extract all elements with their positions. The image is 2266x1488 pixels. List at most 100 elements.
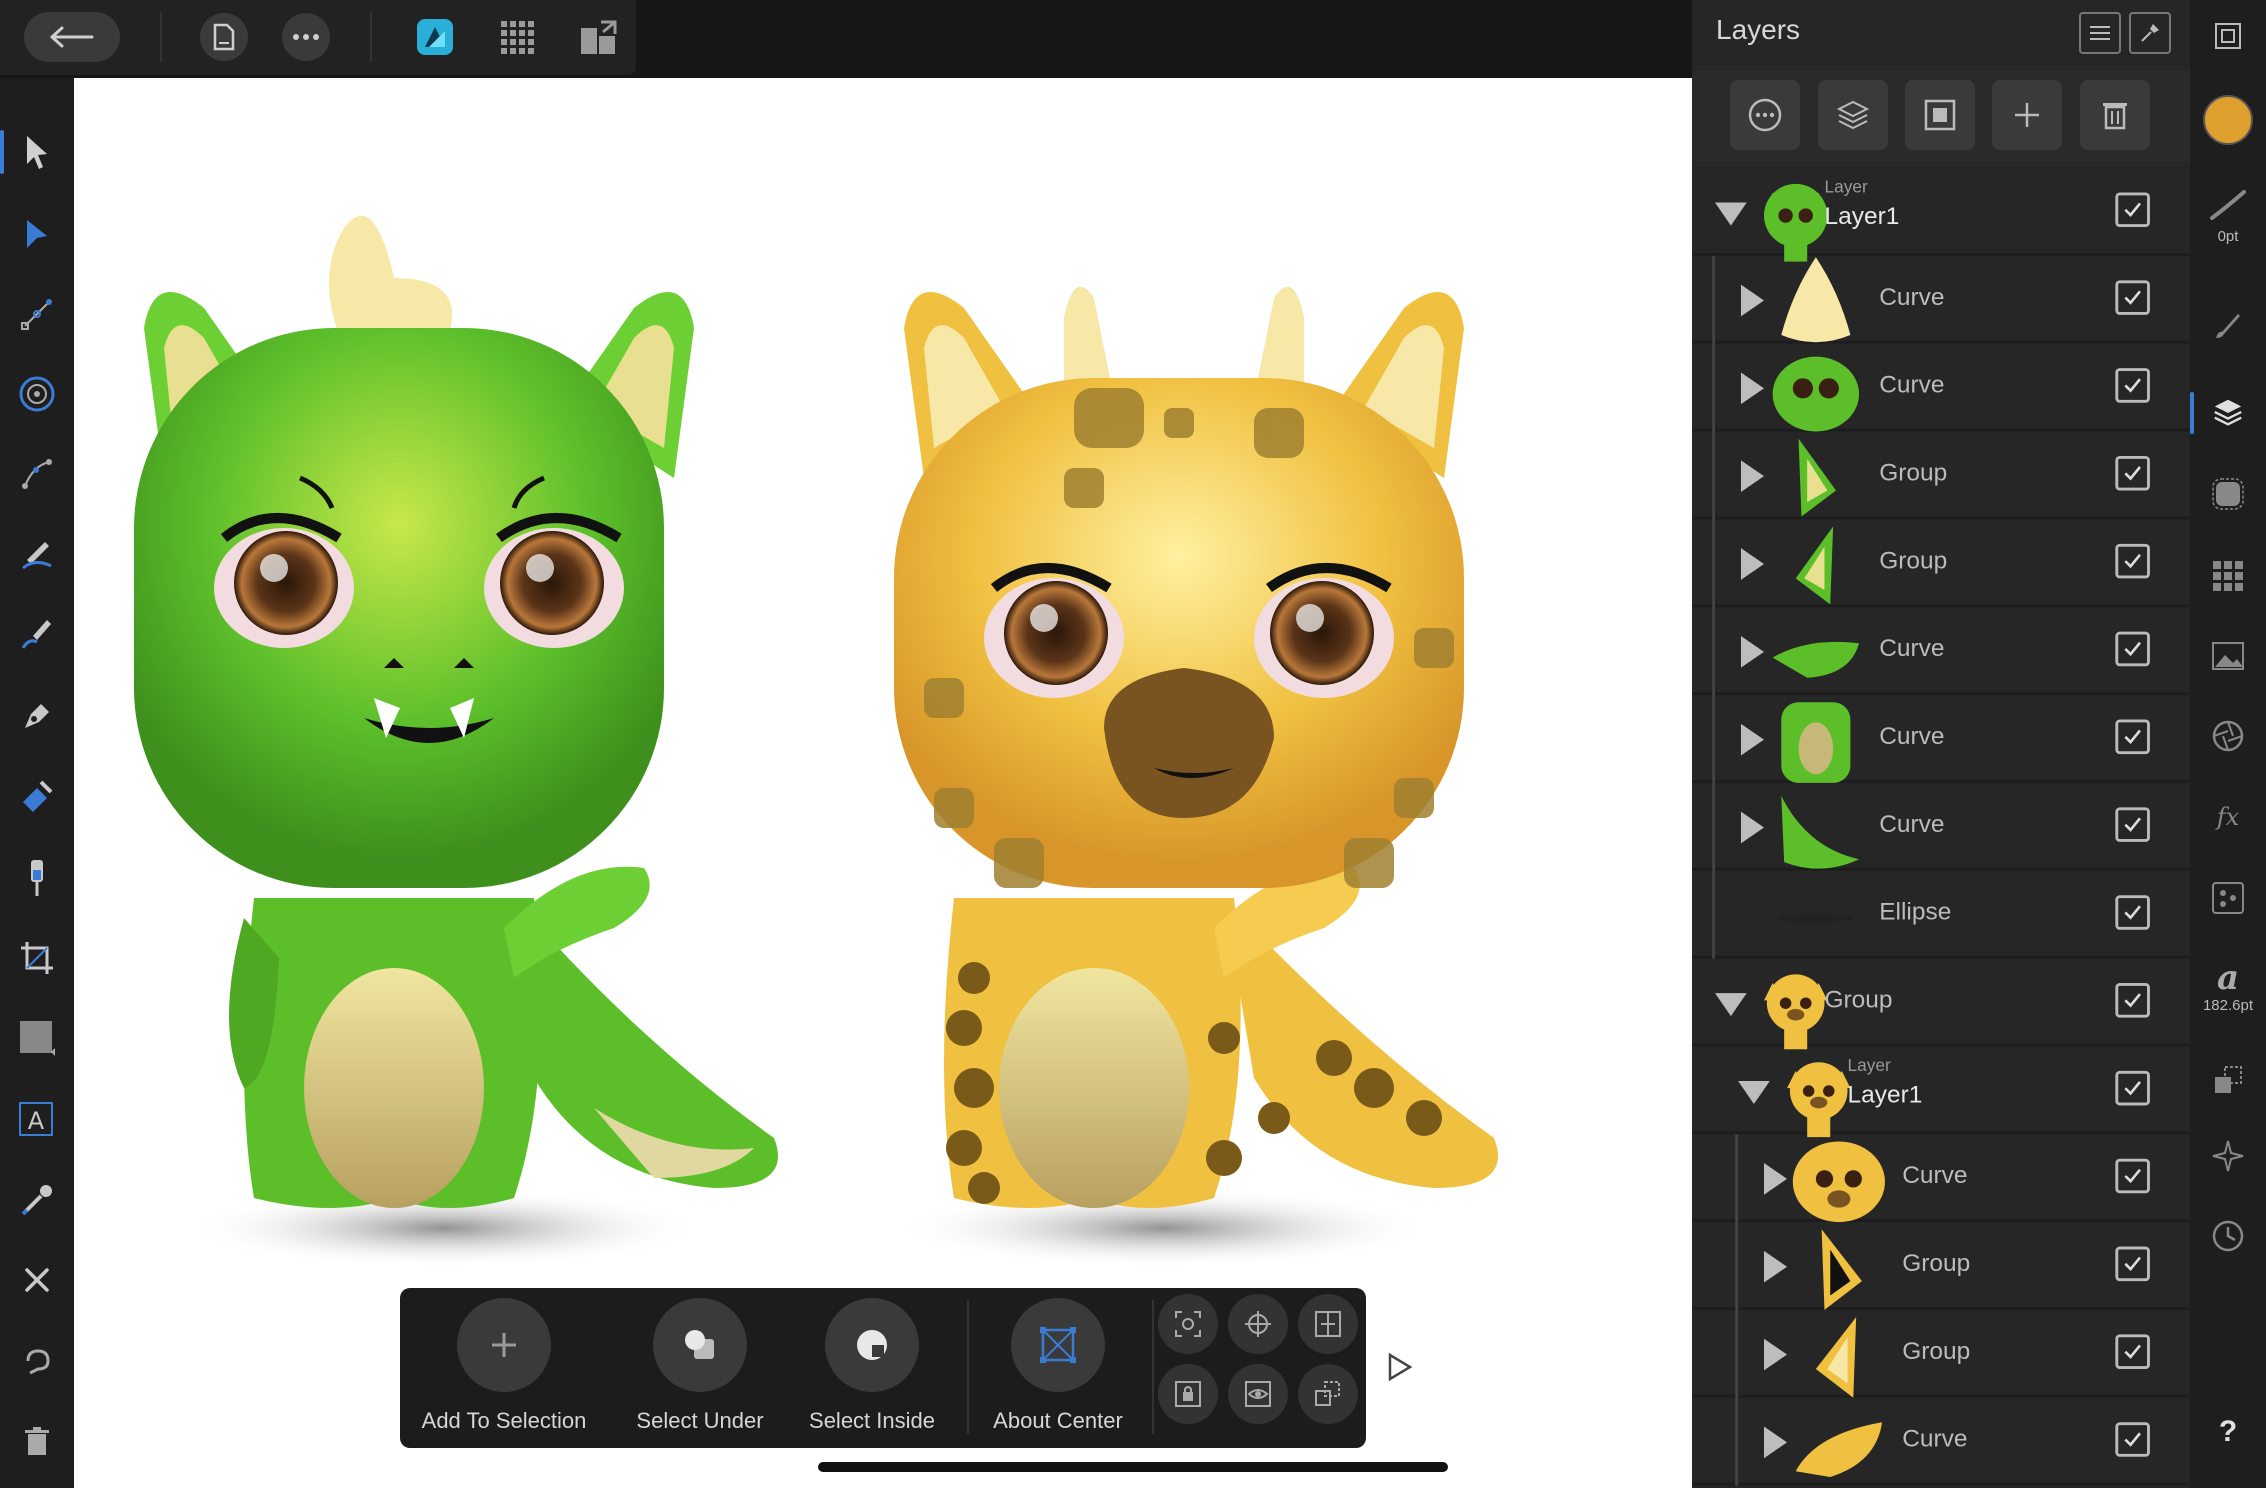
layer-row-group[interactable]: Group: [1692, 1309, 2190, 1398]
visibility-checkbox[interactable]: [2115, 280, 2150, 315]
text-studio-button[interactable]: a 182.6pt: [2198, 950, 2258, 1024]
expand-triangle-icon[interactable]: [1740, 284, 1764, 317]
visibility-checkbox[interactable]: [2115, 631, 2150, 667]
help-button[interactable]: ?: [2198, 1402, 2258, 1462]
visibility-checkbox[interactable]: [2115, 807, 2150, 842]
transform-button[interactable]: [2198, 1050, 2258, 1110]
effects-button[interactable]: [2198, 464, 2258, 524]
layer-row-ellipse[interactable]: Ellipsefx: [1692, 870, 2266, 959]
visibility-checkbox[interactable]: [2115, 1158, 2150, 1194]
expand-triangle-icon[interactable]: [1740, 548, 1764, 580]
align-center-button[interactable]: [1298, 1294, 1358, 1354]
color-picker-tool[interactable]: [7, 1170, 67, 1230]
back-button[interactable]: [24, 12, 120, 62]
layer-row-layer1[interactable]: Layer Layer1: [1692, 168, 2190, 262]
move-tool[interactable]: [0, 122, 67, 182]
visibility-checkbox[interactable]: [2115, 719, 2150, 755]
layer-options-button[interactable]: [1730, 80, 1800, 150]
layer-row-group[interactable]: Group: [1692, 1222, 2190, 1310]
pin-panel-button[interactable]: [2129, 12, 2171, 54]
stroke-width-button[interactable]: 0pt: [2198, 170, 2258, 260]
visibility-checkbox[interactable]: [2115, 895, 2150, 930]
character-styles-button[interactable]: [2198, 868, 2258, 928]
fill-tool[interactable]: [7, 766, 67, 826]
panel-menu-button[interactable]: [2079, 12, 2121, 54]
navigator-star-button[interactable]: [2198, 1126, 2258, 1186]
corner-tool[interactable]: [7, 284, 67, 344]
layers-studio-button[interactable]: [2190, 382, 2258, 442]
transform-origin-button[interactable]: [1298, 1364, 1358, 1424]
layer-row-curve[interactable]: Curve: [1692, 695, 2190, 783]
collapse-triangle-icon[interactable]: [1738, 1080, 1770, 1104]
document-canvas[interactable]: [74, 78, 1692, 1488]
layer-row-curve[interactable]: Curve: [1692, 343, 2190, 432]
layer-row-curve[interactable]: Curve: [1692, 1397, 2190, 1486]
mask-layer-button[interactable]: [1905, 80, 1975, 150]
add-layer-button[interactable]: [1992, 80, 2062, 150]
layer-row-curve[interactable]: Curve: [1692, 782, 2190, 871]
node-tool[interactable]: [7, 204, 67, 264]
expand-triangle-icon[interactable]: [1740, 811, 1764, 844]
rectangle-tool[interactable]: [7, 1008, 67, 1068]
expand-toolbar-button[interactable]: [1386, 1352, 1414, 1387]
visibility-checkbox[interactable]: [2115, 368, 2150, 403]
swatches-button[interactable]: [2198, 546, 2258, 606]
layer-row-curve[interactable]: Curve: [1692, 607, 2190, 696]
visibility-checkbox[interactable]: [2115, 192, 2150, 228]
navigator-button[interactable]: [2198, 6, 2258, 66]
pixel-persona-button[interactable]: [492, 12, 542, 62]
pen-tool[interactable]: [7, 444, 67, 504]
visibility-checkbox[interactable]: [2115, 1334, 2150, 1369]
text-tool[interactable]: A: [7, 1090, 67, 1150]
expand-triangle-icon[interactable]: [1740, 723, 1764, 756]
assets-button[interactable]: [2198, 626, 2258, 686]
expand-triangle-icon[interactable]: [1740, 636, 1764, 668]
layer-row-group[interactable]: Group: [1692, 959, 2190, 1050]
vector-brush-tool[interactable]: [7, 604, 67, 664]
color-swatch-button[interactable]: [2198, 90, 2258, 150]
crosshair-button[interactable]: [1228, 1294, 1288, 1354]
expand-triangle-icon[interactable]: [1764, 1426, 1788, 1459]
close-tool-button[interactable]: [7, 1250, 67, 1310]
about-center-button[interactable]: About Center: [968, 1298, 1148, 1438]
expand-triangle-icon[interactable]: [1764, 1163, 1788, 1195]
fx-button[interactable]: fx: [2198, 788, 2258, 848]
transparency-tool[interactable]: [7, 848, 67, 908]
history-button[interactable]: [2198, 1206, 2258, 1266]
delete-layer-button[interactable]: [2080, 80, 2150, 150]
more-button[interactable]: [282, 13, 330, 61]
expand-triangle-icon[interactable]: [1740, 372, 1764, 405]
point-transform-tool[interactable]: [7, 364, 67, 424]
appearance-button[interactable]: [2198, 706, 2258, 766]
layer-stack-button[interactable]: [1818, 80, 1888, 150]
expand-triangle-icon[interactable]: [1764, 1250, 1788, 1283]
layer-row-group[interactable]: Group: [1692, 519, 2190, 608]
export-persona-button[interactable]: [574, 12, 624, 62]
visibility-checkbox[interactable]: [2115, 1246, 2150, 1282]
designer-persona-button[interactable]: [410, 12, 460, 62]
visibility-checkbox[interactable]: [2115, 1070, 2150, 1106]
pencil-tool[interactable]: [7, 524, 67, 584]
collapse-triangle-icon[interactable]: [1715, 202, 1747, 226]
select-inside-button[interactable]: Select Inside: [782, 1298, 962, 1438]
layer-row-layer1[interactable]: Layer Layer1: [1692, 1046, 2190, 1138]
pen-nib-tool[interactable]: [7, 686, 67, 746]
add-to-selection-button[interactable]: Add To Selection: [414, 1298, 594, 1438]
visibility-checkbox[interactable]: [2115, 1422, 2150, 1457]
view-hidden-button[interactable]: [1228, 1364, 1288, 1424]
expand-triangle-icon[interactable]: [1764, 1338, 1788, 1371]
expand-triangle-icon[interactable]: [1740, 460, 1764, 492]
lock-children-button[interactable]: [1158, 1364, 1218, 1424]
document-button[interactable]: [200, 13, 248, 61]
collapse-triangle-icon[interactable]: [1715, 993, 1747, 1017]
brushes-button[interactable]: [2198, 296, 2258, 356]
delete-button[interactable]: [7, 1412, 67, 1472]
layer-row-group[interactable]: Group: [1692, 431, 2190, 520]
select-under-button[interactable]: Select Under: [610, 1298, 790, 1438]
crop-tool[interactable]: [7, 928, 67, 988]
visibility-checkbox[interactable]: [2115, 983, 2150, 1018]
layer-row-curve[interactable]: Curve: [1692, 1134, 2190, 1223]
visibility-checkbox[interactable]: [2115, 456, 2150, 491]
visibility-checkbox[interactable]: [2115, 543, 2150, 579]
snap-selection-button[interactable]: [1158, 1294, 1218, 1354]
